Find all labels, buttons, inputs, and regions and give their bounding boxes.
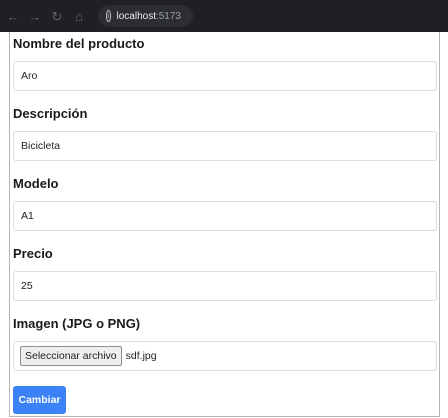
product-name-label: Nombre del producto bbox=[13, 36, 145, 51]
reload-icon[interactable]: ↻ bbox=[50, 10, 64, 23]
submit-button[interactable]: Cambiar bbox=[13, 386, 66, 414]
model-label: Modelo bbox=[13, 176, 59, 191]
description-label: Descripción bbox=[13, 106, 88, 121]
home-icon[interactable]: ⌂ bbox=[72, 10, 86, 23]
description-input[interactable]: Bicicleta bbox=[13, 131, 437, 161]
image-file-input[interactable]: Seleccionar archivo sdf.jpg bbox=[13, 341, 437, 371]
price-input[interactable]: 25 bbox=[13, 271, 437, 301]
image-label: Imagen (JPG o PNG) bbox=[13, 316, 141, 331]
forward-arrow-icon[interactable]: → bbox=[28, 10, 42, 23]
selected-file-name: sdf.jpg bbox=[125, 350, 157, 362]
price-label: Precio bbox=[13, 246, 53, 261]
product-form: Nombre del producto Aro Descripción Bici… bbox=[9, 32, 440, 417]
browser-toolbar: ← → ↻ ⌂ i localhost:5173 bbox=[0, 0, 448, 32]
model-input[interactable]: A1 bbox=[13, 201, 437, 231]
info-icon[interactable]: i bbox=[106, 10, 111, 22]
address-bar[interactable]: i localhost:5173 bbox=[98, 5, 193, 27]
choose-file-button[interactable]: Seleccionar archivo bbox=[20, 346, 122, 366]
address-port: :5173 bbox=[155, 10, 181, 22]
address-host: localhost bbox=[116, 10, 156, 22]
product-name-input[interactable]: Aro bbox=[13, 61, 437, 91]
back-arrow-icon[interactable]: ← bbox=[6, 10, 20, 23]
